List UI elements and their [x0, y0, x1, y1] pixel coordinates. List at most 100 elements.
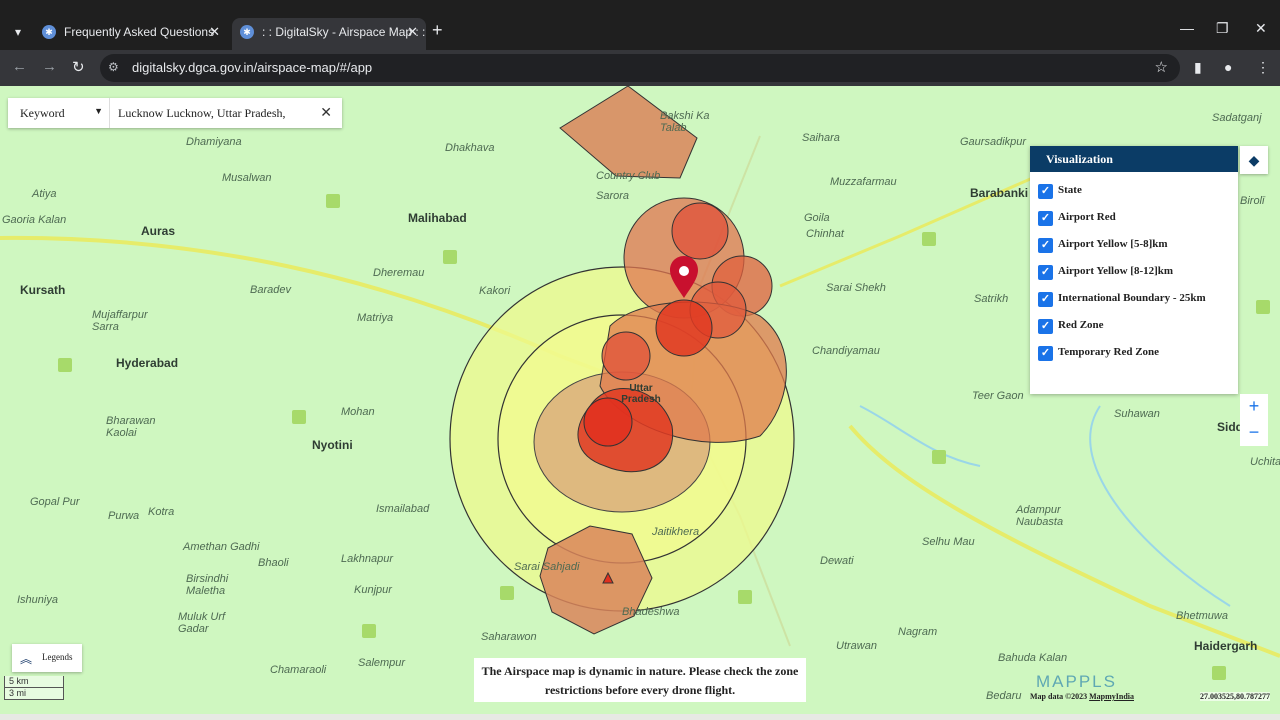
place-label: Bedaru: [986, 690, 1022, 702]
tab-close-icon[interactable]: ✕: [209, 18, 220, 46]
place-label: Amethan Gadhi: [183, 541, 260, 553]
place-label: Haidergarh: [1194, 639, 1258, 653]
red-zone-circle[interactable]: [655, 299, 713, 357]
close-window-icon[interactable]: ✕: [1255, 20, 1267, 37]
place-label: Sadatganj: [1212, 112, 1262, 124]
tab-search-icon[interactable]: ▾: [8, 22, 28, 42]
nh-shield-icon: [932, 450, 946, 464]
checkbox-checked-icon[interactable]: ✓: [1038, 319, 1053, 334]
legends-label: Legends: [42, 652, 73, 662]
place-label: Country Club: [596, 170, 661, 182]
url-text: digitalsky.dgca.gov.in/airspace-map/#/ap…: [132, 60, 373, 75]
place-label: Barabanki: [970, 186, 1029, 200]
site-favicon-icon: ✱: [240, 25, 254, 39]
profile-icon[interactable]: ●: [1224, 59, 1232, 75]
red-zone-circle[interactable]: [601, 331, 651, 381]
scale-mi: 3 mi: [4, 688, 64, 700]
minimize-icon[interactable]: —: [1180, 20, 1194, 36]
checkbox-checked-icon[interactable]: ✓: [1038, 346, 1053, 361]
browser-tab-bar: ▾ ✱ Frequently Asked Questions ✕ ✱ : : D…: [0, 0, 1280, 50]
place-label: Dheremau: [373, 267, 425, 279]
state-label: Uttar Pradesh: [621, 383, 661, 405]
map-attribution: Map data ©2023 MapmyIndia: [1030, 692, 1134, 701]
restore-icon[interactable]: ❐: [1216, 20, 1229, 37]
nh-shield-icon: [443, 250, 457, 264]
site-info-icon[interactable]: ⚙: [108, 60, 119, 74]
layer-label: International Boundary - 25km: [1058, 292, 1206, 304]
search-type-select[interactable]: Keyword ▼: [8, 98, 110, 128]
layers-icon[interactable]: ◆: [1240, 146, 1268, 174]
airspace-notice: The Airspace map is dynamic in nature. P…: [474, 658, 806, 702]
tab-faq[interactable]: ✱ Frequently Asked Questions ✕: [34, 18, 228, 50]
checkbox-checked-icon[interactable]: ✓: [1038, 292, 1053, 307]
place-label: Sarai Sahjadi: [514, 561, 580, 573]
place-label: Saihara: [802, 132, 840, 144]
checkbox-checked-icon[interactable]: ✓: [1038, 211, 1053, 226]
legends-button[interactable]: ︽ Legends: [12, 644, 82, 672]
place-label: Malihabad: [408, 211, 467, 225]
place-label: Chinhat: [806, 228, 844, 240]
checkbox-checked-icon[interactable]: ✓: [1038, 238, 1053, 253]
place-label: Sarora: [596, 190, 630, 202]
chevron-down-icon: ▼: [94, 106, 103, 116]
nh-shield-icon: [326, 194, 340, 208]
side-panel-icon[interactable]: ▮: [1194, 59, 1202, 76]
checkbox-checked-icon[interactable]: ✓: [1038, 184, 1053, 199]
highway-road: [779, 164, 1061, 288]
layer-label: Airport Yellow [8-12]km: [1058, 265, 1174, 277]
nh-shield-icon: [922, 232, 936, 246]
tab-close-icon[interactable]: ✕: [407, 18, 418, 46]
place-label: Suhawan: [1114, 408, 1160, 420]
layer-label: Temporary Red Zone: [1058, 346, 1160, 358]
place-label: Purwa: [108, 510, 140, 522]
checkbox-checked-icon[interactable]: ✓: [1038, 265, 1053, 280]
red-zone-circle[interactable]: [671, 202, 729, 260]
place-label: Saharawon: [481, 631, 537, 643]
nh-shield-icon: [1256, 300, 1270, 314]
place-label: Kakori: [479, 285, 511, 297]
place-label: Dewati: [820, 555, 854, 567]
visualization-title: Visualization: [1030, 146, 1238, 172]
back-icon[interactable]: ←: [12, 58, 27, 75]
layer-label: Airport Yellow [5-8]km: [1058, 238, 1168, 250]
search-input[interactable]: Lucknow Lucknow, Uttar Pradesh,: [118, 106, 286, 121]
place-label: Goila: [804, 212, 830, 224]
nh-shield-icon: [292, 410, 306, 424]
place-label: Kursath: [20, 283, 66, 297]
layer-label: Red Zone: [1058, 319, 1104, 331]
place-label: Baradev: [250, 284, 291, 296]
clear-search-icon[interactable]: ✕: [320, 104, 332, 121]
place-label: Mohan: [341, 406, 375, 418]
place-label: Selhu Mau: [922, 536, 975, 548]
new-tab-button[interactable]: +: [432, 20, 443, 41]
visualization-panel: Visualization ✓ State ✓ Airport Red ✓ Airpo…: [1030, 146, 1238, 394]
zoom-in-button[interactable]: +: [1240, 394, 1268, 420]
tab-airspace-map[interactable]: ✱ : : DigitalSky - Airspace Map : : ✕: [232, 18, 426, 50]
river: [859, 405, 981, 467]
place-label: Birolī: [1240, 195, 1265, 207]
place-label: Birsindhi Maletha: [186, 573, 229, 597]
airspace-map[interactable]: Dhamiyana Musalwan Atiya Gaoria Kalan Au…: [0, 86, 1280, 720]
reload-icon[interactable]: ↻: [72, 58, 85, 76]
place-label: Chandiyamau: [812, 345, 880, 357]
place-label: Satrikh: [974, 293, 1009, 305]
place-label: Lakhnapur: [341, 553, 393, 565]
place-label: Chamaraoli: [270, 664, 327, 676]
zoom-out-button[interactable]: −: [1240, 420, 1268, 446]
layer-label: Airport Red: [1058, 211, 1116, 223]
bookmark-star-icon[interactable]: ☆: [1155, 58, 1168, 76]
attribution-link[interactable]: MapmyIndia: [1089, 692, 1134, 701]
place-label: Dhakhava: [445, 142, 495, 154]
place-label: Uchita: [1250, 456, 1280, 468]
place-label: Jaitikhera: [652, 526, 700, 538]
red-zone-circle[interactable]: [583, 397, 633, 447]
tab-title: : : DigitalSky - Airspace Map : :: [262, 25, 426, 39]
address-bar[interactable]: ⚙ digitalsky.dgca.gov.in/airspace-map/#/…: [100, 54, 1180, 82]
place-label: Dhamiyana: [186, 136, 242, 148]
place-label: Bakshi Ka Talab: [660, 110, 710, 134]
nh-shield-icon: [738, 590, 752, 604]
menu-icon[interactable]: ⋮: [1256, 59, 1270, 76]
forward-icon[interactable]: →: [42, 58, 57, 75]
place-label: Hyderabad: [116, 356, 179, 370]
nh-shield-icon: [1212, 666, 1226, 680]
